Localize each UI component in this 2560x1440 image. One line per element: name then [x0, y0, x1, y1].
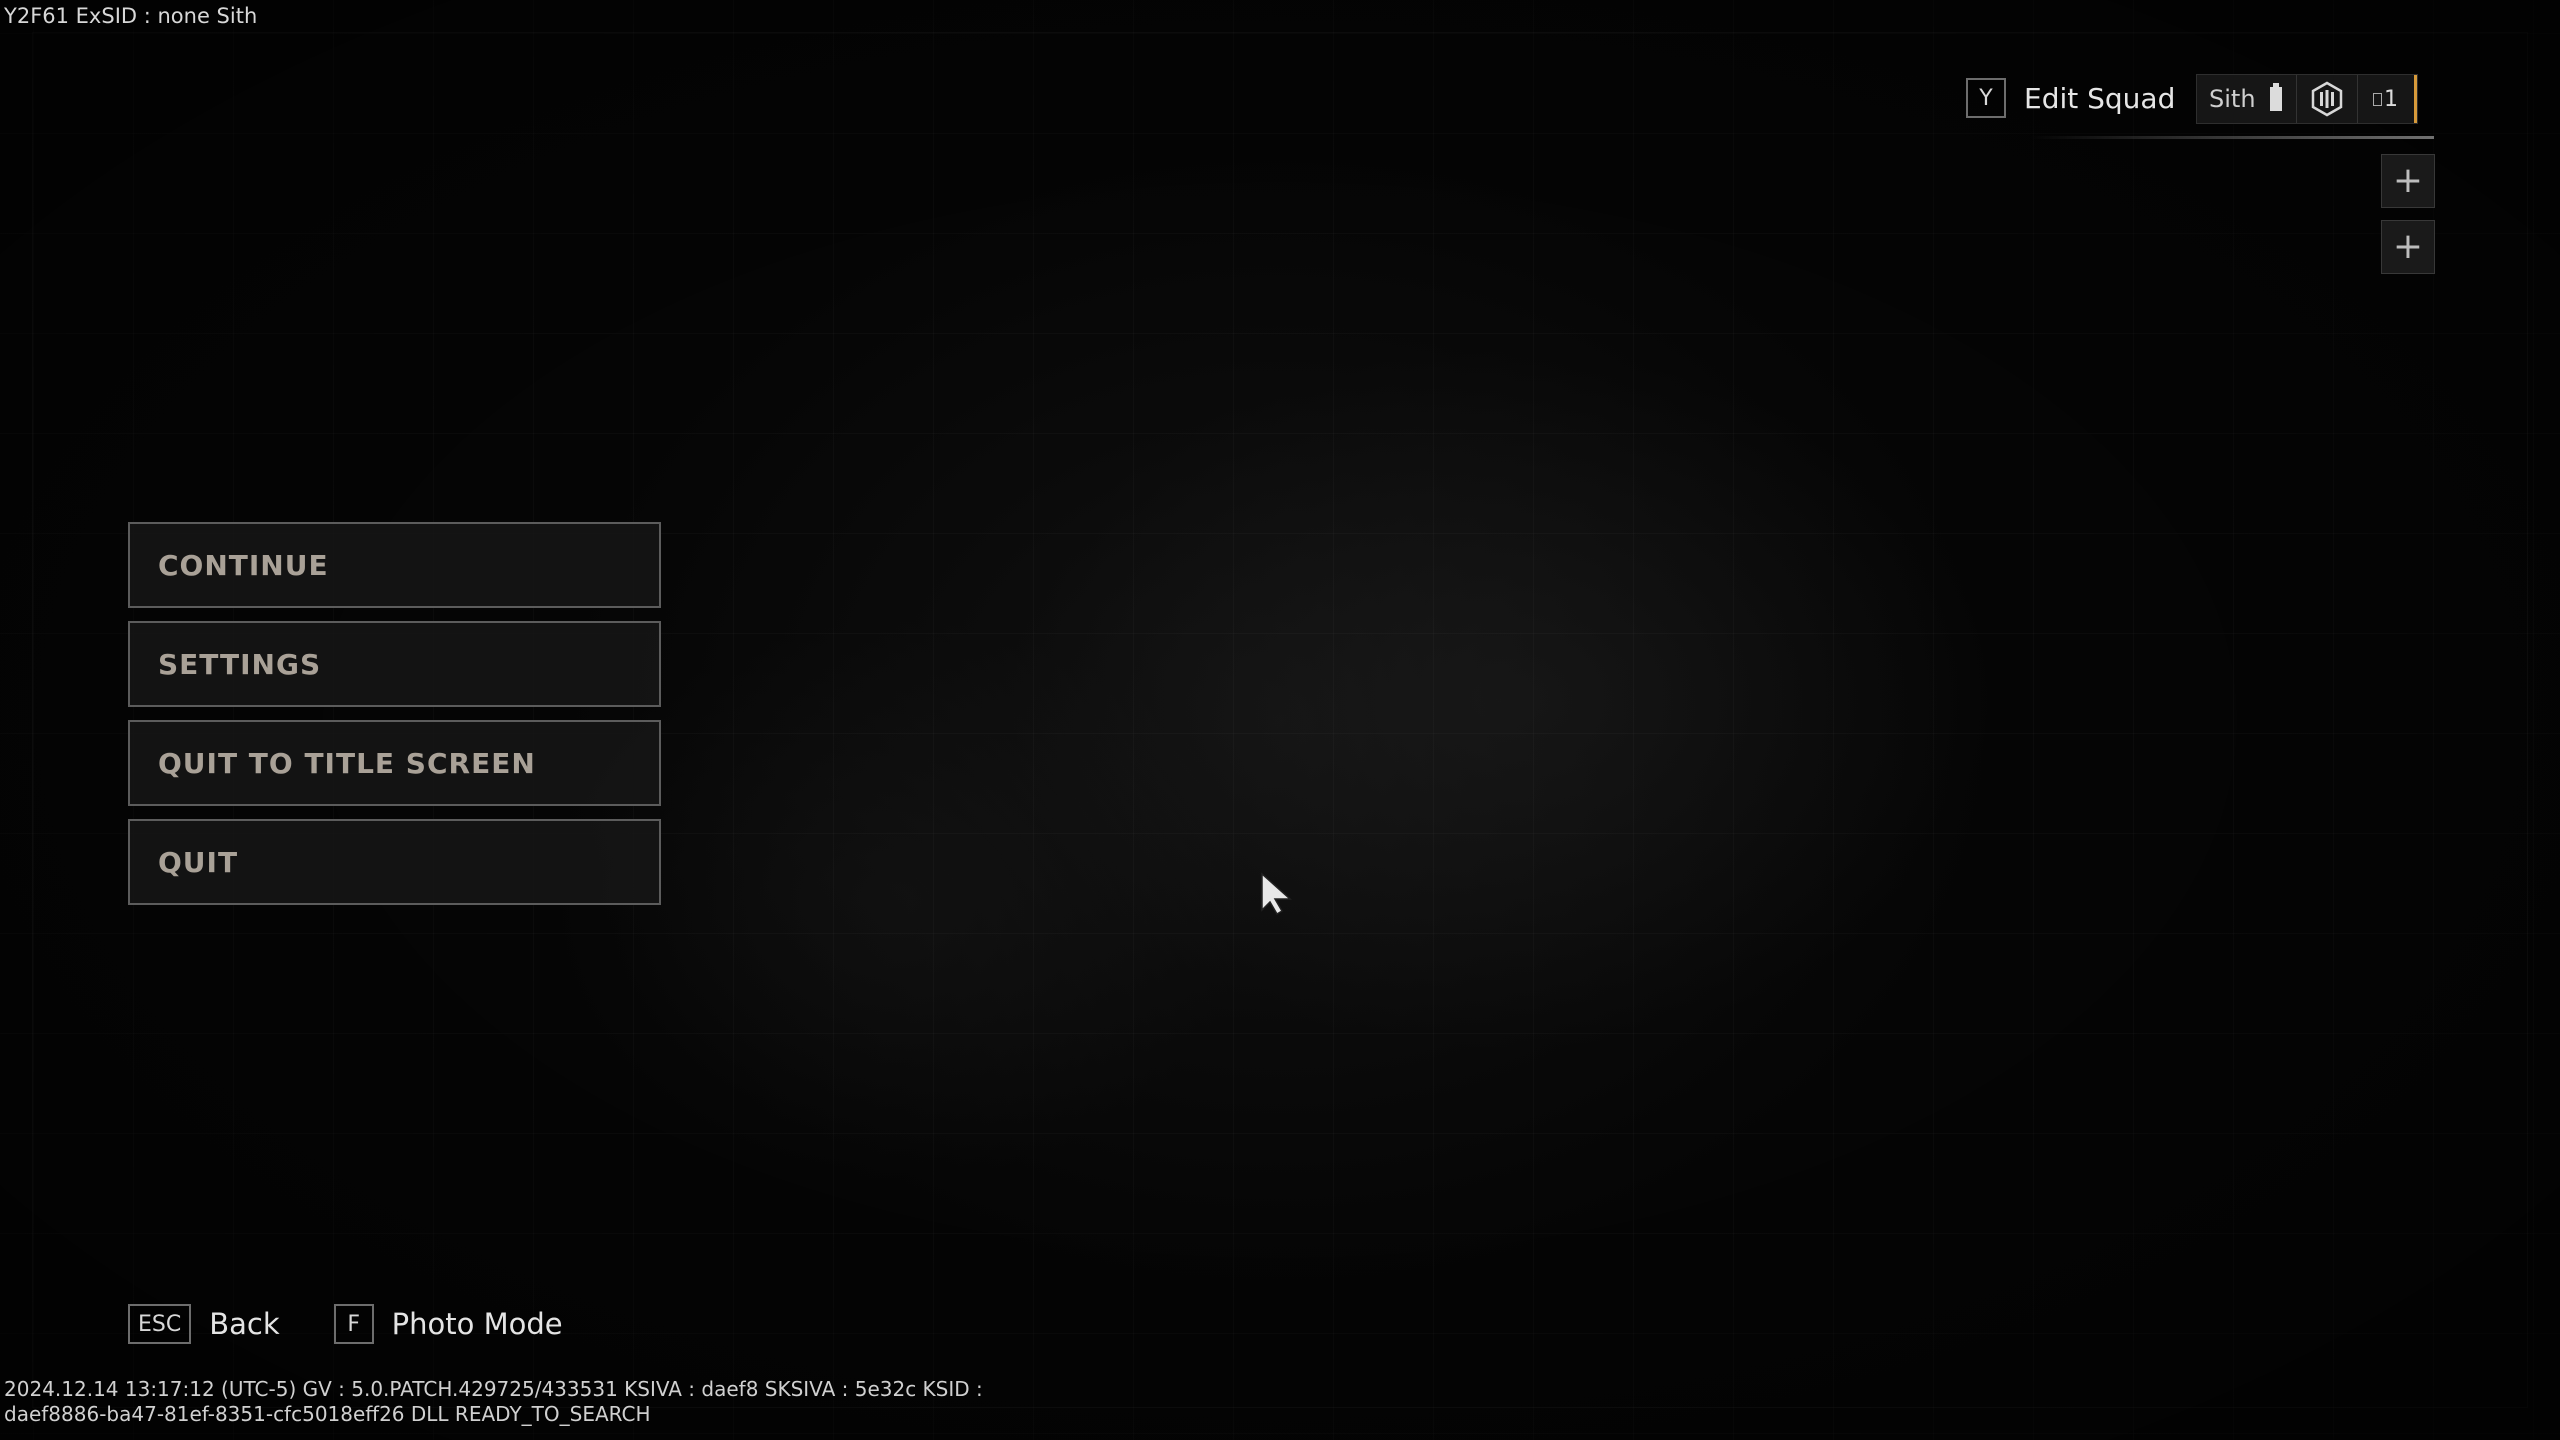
esc-key: ESC	[128, 1304, 192, 1344]
add-squad-member-button-2[interactable]: +	[2381, 220, 2435, 274]
pause-menu: CONTINUE SETTINGS QUIT TO TITLE SCREEN Q…	[128, 522, 661, 918]
edit-squad-prompt[interactable]: Y Edit Squad	[1966, 74, 2175, 122]
mouse-cursor-icon	[1261, 872, 1292, 916]
squad-underline	[2030, 136, 2434, 139]
add-squad-member-button-1[interactable]: +	[2381, 154, 2435, 208]
photo-mode-label: Photo Mode	[391, 1307, 563, 1341]
continue-button[interactable]: CONTINUE	[128, 522, 661, 608]
plus-icon: +	[2392, 226, 2424, 267]
squad-emblem-cell	[2297, 75, 2358, 123]
debug-line-1: 2024.12.14 13:17:12 (UTC-5) GV : 5.0.PAT…	[4, 1377, 983, 1401]
squad-member-card[interactable]: Sith 1	[2196, 74, 2418, 124]
emblem-icon	[2311, 81, 2342, 117]
back-label: Back	[209, 1307, 280, 1341]
debug-line-2: daef8886-ba47-81ef-8351-cfc5018eff26 DLL…	[4, 1402, 651, 1426]
debug-info-bottom: 2024.12.14 13:17:12 (UTC-5) GV : 5.0.PAT…	[4, 1377, 983, 1427]
quit-to-title-button[interactable]: QUIT TO TITLE SCREEN	[128, 720, 661, 806]
edit-squad-label: Edit Squad	[2024, 81, 2176, 115]
edit-squad-key: Y	[1966, 78, 2006, 118]
settings-button[interactable]: SETTINGS	[128, 621, 661, 707]
back-prompt[interactable]: ESC Back	[128, 1304, 280, 1344]
debug-info-top: Y2F61 ExSID : none Sith	[4, 4, 258, 28]
squad-level: 1	[2384, 86, 2399, 112]
squad-member-name-cell: Sith	[2197, 75, 2297, 123]
f-key: F	[333, 1304, 374, 1344]
pause-menu-screen: Y2F61 ExSID : none Sith Y Edit Squad Sit…	[0, 0, 2560, 1440]
photo-mode-prompt[interactable]: F Photo Mode	[333, 1304, 563, 1344]
level-pip-icon	[2373, 92, 2383, 106]
squad-member-name: Sith	[2209, 85, 2256, 113]
squad-level-cell: 1	[2358, 75, 2417, 123]
plus-icon: +	[2392, 160, 2424, 201]
battery-icon	[2269, 83, 2282, 111]
button-prompts: ESC Back F Photo Mode	[128, 1303, 617, 1345]
quit-button[interactable]: QUIT	[128, 819, 661, 905]
